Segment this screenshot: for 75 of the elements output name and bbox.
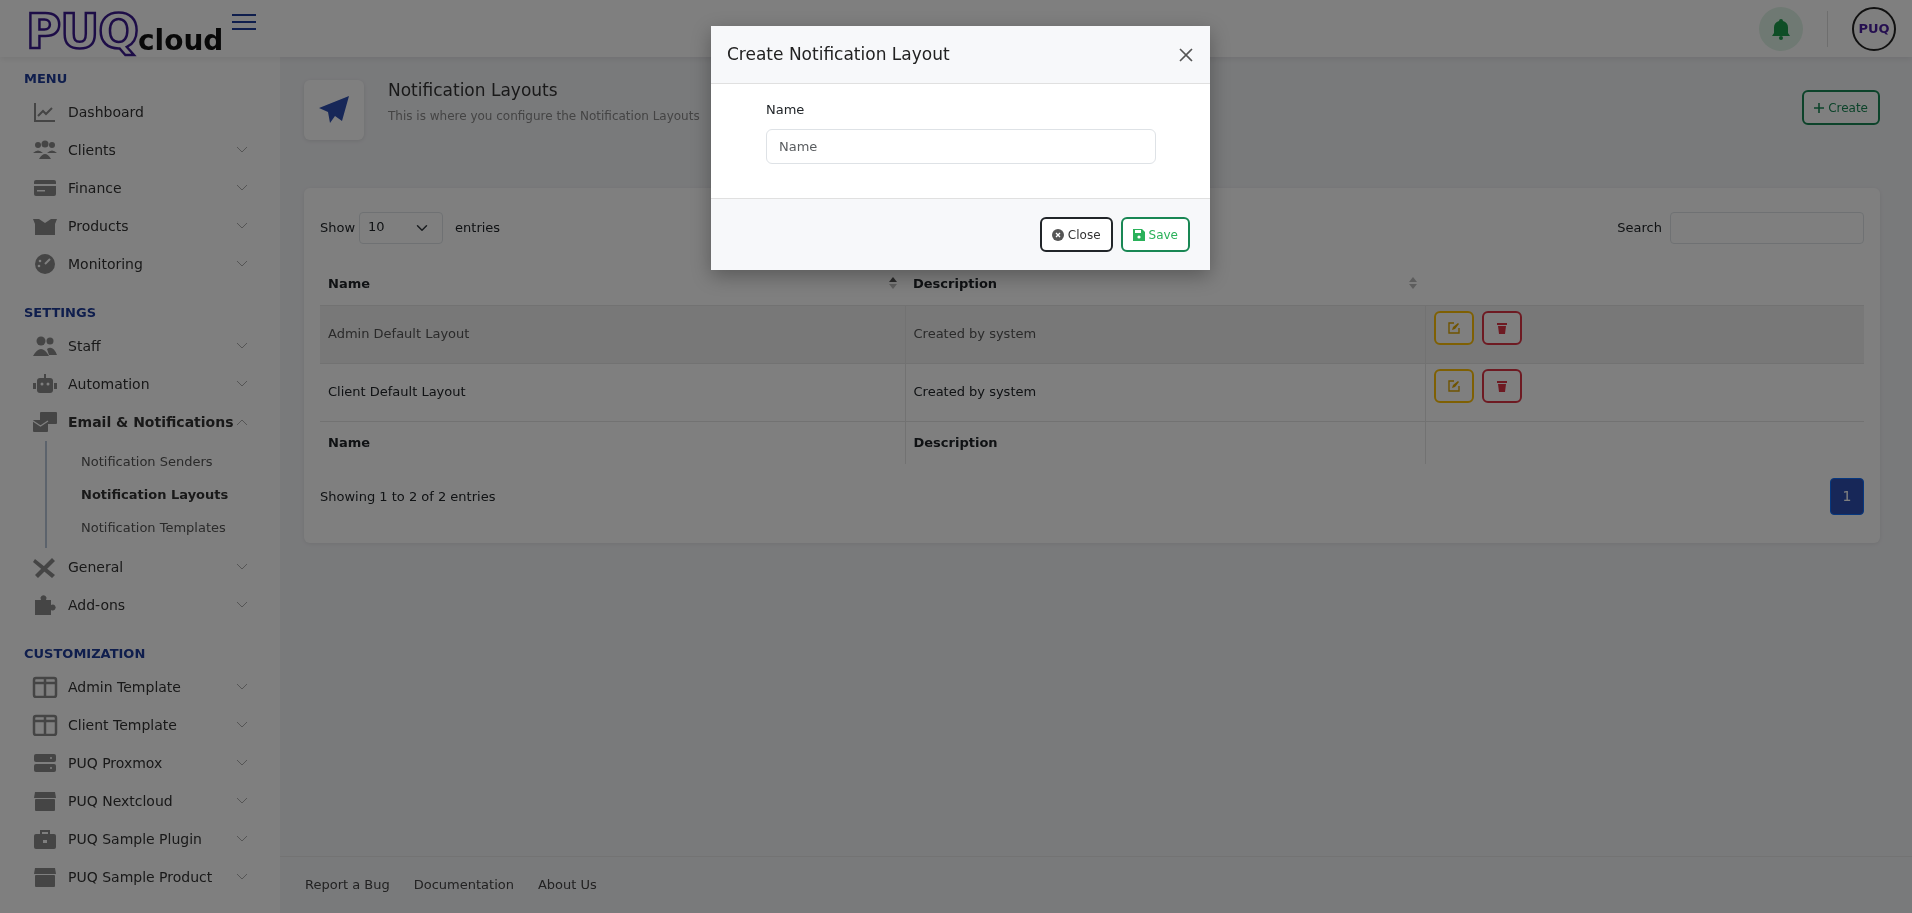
page-title: Notification Layouts (388, 79, 559, 102)
modal-title: Create Notification Layout (727, 42, 951, 66)
show-label: Show (320, 219, 356, 238)
edit-button[interactable] (1433, 311, 1474, 345)
table-cell: Created by system (905, 305, 1425, 363)
column-footer: Description (905, 421, 1425, 464)
create-button[interactable]: Create (1802, 90, 1880, 125)
plus-icon (1814, 102, 1825, 113)
logo-mark: PUQ (26, 6, 138, 55)
box-icon (32, 866, 58, 888)
page-button[interactable]: 1 (1830, 478, 1864, 515)
column-footer: Name (320, 421, 905, 464)
footer-link[interactable]: About Us (537, 875, 597, 895)
gauge-icon (32, 253, 58, 275)
sidebar-item[interactable]: Email & Notifications (0, 403, 280, 441)
trash-icon (1496, 380, 1507, 392)
section-heading: SETTINGS (23, 304, 98, 322)
edit-icon (1447, 322, 1460, 334)
page-length-select[interactable]: 10 (359, 212, 444, 244)
menu-icon (231, 13, 258, 31)
delete-button[interactable] (1481, 311, 1522, 345)
envelopes-icon (32, 411, 58, 433)
layout-icon (32, 714, 58, 736)
paper-plane-icon (318, 95, 350, 125)
footer-link[interactable]: Report a Bug (305, 875, 390, 895)
robot-icon (32, 373, 58, 395)
sidebar-item[interactable]: PUQ Proxmox (0, 744, 280, 782)
search-label: Search (1617, 219, 1662, 238)
bell-icon (1771, 17, 1791, 40)
edit-icon (1447, 380, 1460, 392)
sidebar-item[interactable]: Admin Template (0, 668, 280, 706)
users-icon (32, 139, 58, 161)
box-icon (32, 790, 58, 812)
submenu-item[interactable]: Notification Layouts (47, 478, 280, 511)
sidebar-item[interactable]: General (0, 548, 280, 586)
avatar-button[interactable]: PUQ (1852, 6, 1896, 51)
table-cell: Created by system (905, 363, 1425, 421)
sidebar-item[interactable]: Products (0, 207, 280, 245)
table-cell: Admin Default Layout (320, 305, 905, 363)
trash-icon (1496, 322, 1507, 334)
sidebar-item[interactable]: PUQ Nextcloud (0, 782, 280, 820)
card-icon (32, 177, 58, 199)
save-button[interactable]: Save (1120, 217, 1190, 252)
edit-button[interactable] (1433, 369, 1474, 403)
delete-button[interactable] (1481, 369, 1522, 403)
puzzle-icon (32, 594, 58, 616)
submenu-item[interactable]: Notification Senders (47, 445, 280, 478)
sidebar-item[interactable]: Add-ons (0, 586, 280, 624)
table-cell: Client Default Layout (320, 363, 905, 421)
server-icon (32, 752, 58, 774)
users-icon (32, 335, 58, 357)
sidebar-item[interactable]: Finance (0, 169, 280, 207)
sidebar-item[interactable]: Client Template (0, 706, 280, 744)
close-icon (1178, 47, 1194, 63)
sidebar-item[interactable]: Automation (0, 365, 280, 403)
sidebar-item[interactable]: PUQ Sample Plugin (0, 820, 280, 858)
footer-link[interactable]: Documentation (413, 875, 514, 895)
table-info: Showing 1 to 2 of 2 entries (320, 487, 496, 506)
sidebar-item[interactable]: Dashboard (0, 93, 280, 131)
submenu-item[interactable]: Notification Templates (47, 511, 280, 544)
sidebar-item[interactable]: Clients (0, 131, 280, 169)
sidebar-item[interactable]: PUQ Sample Product (0, 858, 280, 896)
name-field[interactable]: Name (766, 128, 1156, 164)
field-label: Name (766, 101, 806, 119)
briefcase-icon (32, 828, 58, 850)
notifications-button[interactable] (1759, 6, 1803, 51)
section-heading: CUSTOMIZATION (23, 645, 147, 663)
layout-icon (32, 676, 58, 698)
section-heading: MENU (23, 70, 69, 88)
sidebar-item[interactable]: Staff (0, 327, 280, 365)
entries-label: entries (455, 219, 501, 238)
line-chart-icon (32, 101, 58, 123)
sidebar-item[interactable]: Monitoring (0, 245, 280, 283)
close-button[interactable]: Close (1039, 217, 1113, 252)
close-icon (1051, 228, 1064, 241)
